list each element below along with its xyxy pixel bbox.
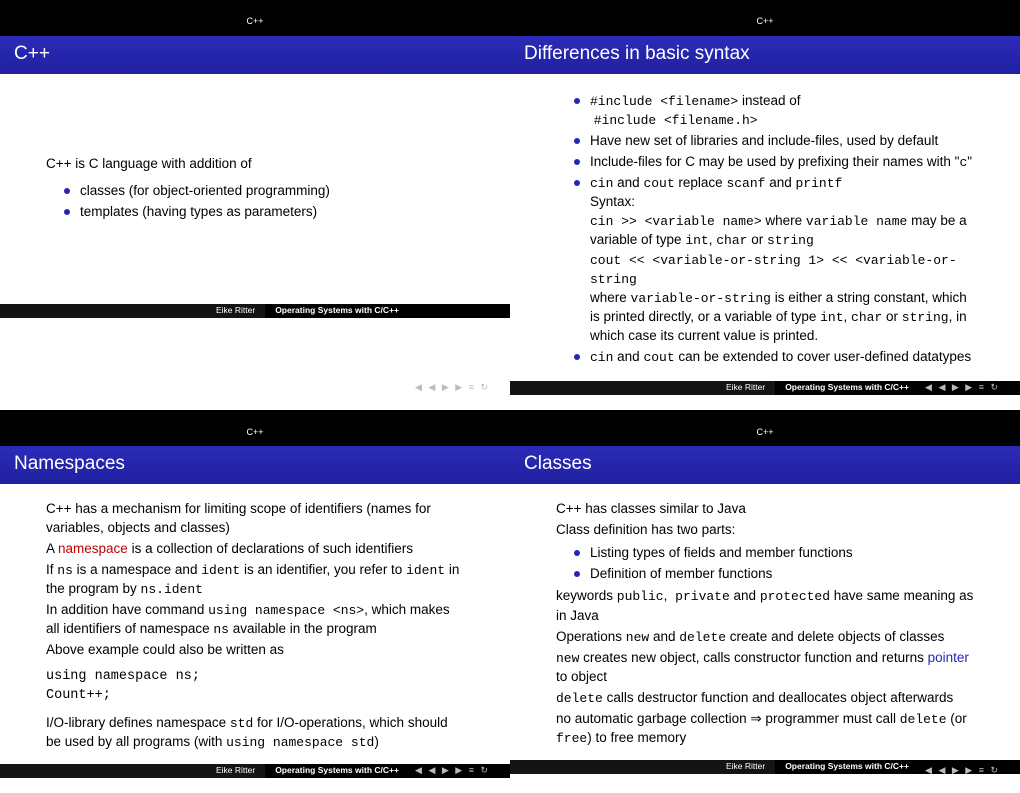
text: In addition have command using namespace… [46, 601, 464, 639]
code-text: #include <filename> [590, 94, 738, 109]
code-text: scanf [726, 176, 765, 191]
text: C++ has classes similar to Java [556, 500, 974, 519]
code-line: Count++; [46, 687, 464, 706]
text: Class definition has two parts: [556, 521, 974, 540]
nav-controls[interactable]: ◀ ◀ ▶ ▶ ≡ ↻ [925, 381, 1000, 394]
text: new creates new object, calls constructo… [556, 649, 974, 687]
slide-2: C++ Differences in basic syntax #include… [510, 0, 1020, 410]
text: no automatic garbage collection ⇒ progra… [556, 710, 974, 748]
text: where [590, 290, 631, 305]
footer-author: Eike Ritter [0, 764, 265, 778]
code-text: string [767, 233, 814, 248]
code-text: int [820, 310, 843, 325]
bullet-item: templates (having types as parameters) [64, 203, 464, 222]
slide-title: Namespaces [0, 446, 510, 484]
keyword-namespace: namespace [58, 541, 128, 556]
text: C++ has a mechanism for limiting scope o… [46, 500, 464, 538]
slide-1: C++ C++ C++ is C language with addition … [0, 0, 510, 410]
slide-title: Classes [510, 446, 1020, 484]
bullet-item: Listing types of fields and member funct… [574, 544, 974, 563]
text: and [613, 175, 643, 190]
header-tag: C++ [246, 15, 263, 28]
bullet-item: Include-files for C may be used by prefi… [574, 153, 974, 172]
code-text: #include <filename.h> [594, 113, 758, 128]
code-text: cout << <variable-or-string 1> << <varia… [590, 253, 957, 287]
slide-title: C++ [0, 36, 510, 74]
code-block: using namespace ns; Count++; [46, 668, 464, 706]
footer-title: Operating Systems with C/C++ [265, 304, 510, 318]
text: keywords public, private and protected h… [556, 587, 974, 625]
slide-content: C++ is C language with addition of class… [0, 74, 510, 304]
code-text: cout [643, 176, 674, 191]
slide-grid: C++ C++ C++ is C language with addition … [0, 0, 1020, 793]
text: replace [675, 175, 727, 190]
code-line: using namespace ns; [46, 668, 464, 687]
header-tag: C++ [756, 15, 773, 28]
text: Syntax: [590, 194, 635, 209]
nav-controls[interactable]: ◀ ◀ ▶ ▶ ≡ ↻ [415, 764, 490, 777]
code-text: cin [590, 350, 613, 365]
text: " [967, 154, 972, 169]
text: Above example could also be written as [46, 641, 464, 660]
code-text: cin [590, 176, 613, 191]
bullet-list: #include <filename> instead of #include … [574, 92, 974, 368]
bullet-item: #include <filename> instead of #include … [574, 92, 974, 130]
nav-controls[interactable]: ◀ ◀ ▶ ▶ ≡ ↻ [415, 381, 490, 394]
code-text: variable-or-string [631, 291, 771, 306]
keyword-pointer: pointer [928, 650, 969, 665]
slide-4: C++ Classes C++ has classes similar to J… [510, 410, 1020, 793]
slide-header: C++ [510, 410, 1020, 446]
footer-author: Eike Ritter [510, 381, 775, 395]
code-text: cin >> <variable name> [590, 214, 762, 229]
text: where [762, 213, 806, 228]
text: or [882, 309, 902, 324]
text: instead of [738, 93, 800, 108]
slide-header: C++ [510, 0, 1020, 36]
slide-header: C++ [0, 0, 510, 36]
bullet-list: Listing types of fields and member funct… [574, 544, 974, 584]
slide-3: C++ Namespaces C++ has a mechanism for l… [0, 410, 510, 793]
text: I/O-library defines namespace std for I/… [46, 714, 464, 752]
header-tag: C++ [756, 426, 773, 439]
code-text: int [685, 233, 708, 248]
slide-content: #include <filename> instead of #include … [510, 74, 1020, 382]
footer-author: Eike Ritter [510, 760, 775, 774]
code-text: char [716, 233, 747, 248]
text: and [765, 175, 795, 190]
intro-text: C++ is C language with addition of [46, 155, 464, 174]
slide-content: C++ has a mechanism for limiting scope o… [0, 484, 510, 764]
text: Include-files for C may be used by prefi… [590, 154, 959, 169]
code-text: cout [643, 350, 674, 365]
header-tag: C++ [246, 426, 263, 439]
text: or [747, 232, 767, 247]
text: delete calls destructor function and dea… [556, 689, 974, 708]
code-text: char [851, 310, 882, 325]
bullet-item: Have new set of libraries and include-fi… [574, 132, 974, 151]
bullet-item: cin and cout can be extended to cover us… [574, 348, 974, 367]
bullet-item: classes (for object-oriented programming… [64, 182, 464, 201]
text: If ns is a namespace and ident is an ide… [46, 561, 464, 599]
footer-author: Eike Ritter [0, 304, 265, 318]
slide-content: C++ has classes similar to Java Class de… [510, 484, 1020, 760]
slide-footer: Eike Ritter Operating Systems with C/C++ [0, 304, 510, 318]
code-text: string [902, 310, 949, 325]
text: A namespace is a collection of declarati… [46, 540, 464, 559]
slide-header: C++ [0, 410, 510, 446]
bullet-item: cin and cout replace scanf and printf Sy… [574, 174, 974, 346]
text: and [613, 349, 643, 364]
slide-title: Differences in basic syntax [510, 36, 1020, 74]
text: Operations new and delete create and del… [556, 628, 974, 647]
nav-controls[interactable]: ◀ ◀ ▶ ▶ ≡ ↻ [925, 764, 1000, 777]
code-text: printf [795, 176, 842, 191]
text: can be extended to cover user-defined da… [675, 349, 971, 364]
code-text: variable name [806, 214, 907, 229]
bullet-item: Definition of member functions [574, 565, 974, 584]
bullet-list: classes (for object-oriented programming… [64, 180, 464, 224]
